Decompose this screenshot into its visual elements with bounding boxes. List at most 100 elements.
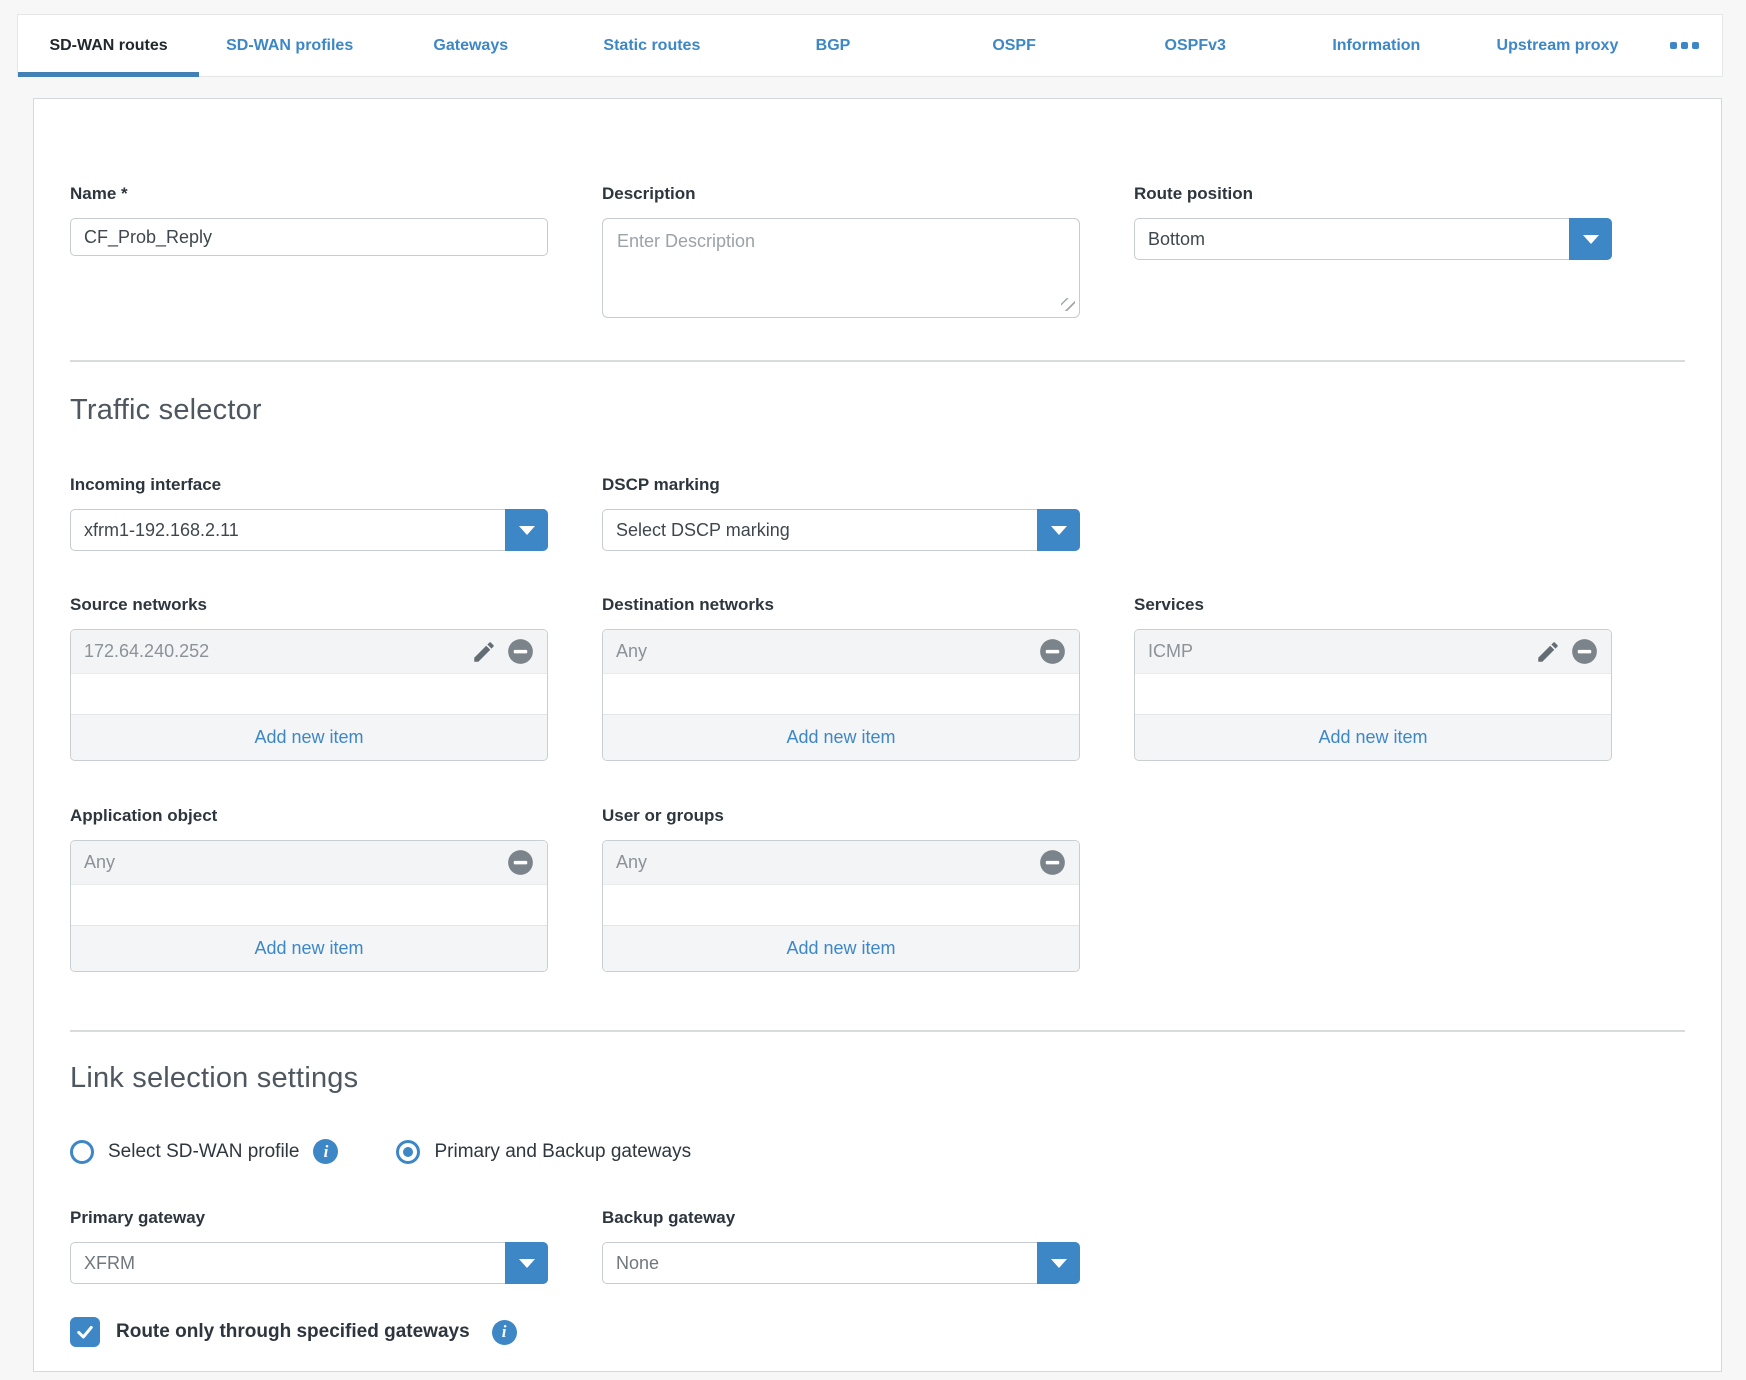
source-networks-listbox: 172.64.240.252 Add new item (70, 629, 548, 761)
link-selection-heading: Link selection settings (70, 1062, 1685, 1095)
route-only-info-icon[interactable]: i (492, 1320, 517, 1345)
dscp-marking-label: DSCP marking (602, 475, 1080, 495)
incoming-interface-label: Incoming interface (70, 475, 548, 495)
traffic-selector-heading: Traffic selector (70, 394, 1685, 427)
tab-sdwan-profiles[interactable]: SD-WAN profiles (199, 15, 380, 76)
add-application-object-button[interactable]: Add new item (71, 925, 547, 971)
services-group: Services ICMP Add new item (1134, 595, 1612, 761)
add-user-group-button[interactable]: Add new item (603, 925, 1079, 971)
remove-minus-icon[interactable] (507, 849, 534, 876)
service-item-text: ICMP (1148, 641, 1535, 662)
user-groups-item-text: Any (616, 852, 1039, 873)
primary-gateway-label: Primary gateway (70, 1208, 548, 1228)
list-item: ICMP (1135, 630, 1611, 674)
route-position-field-group: Route position Bottom (1134, 184, 1612, 260)
radio-primary-backup-gateways-label: Primary and Backup gateways (434, 1141, 691, 1163)
chevron-down-icon (1583, 235, 1599, 244)
radio-select-sdwan-profile[interactable] (70, 1140, 94, 1164)
dropdown-button[interactable] (1569, 218, 1612, 260)
description-label: Description (602, 184, 1080, 204)
user-groups-label: User or groups (602, 806, 1080, 826)
source-networks-label: Source networks (70, 595, 548, 615)
backup-gateway-dropdown[interactable]: None (602, 1242, 1080, 1284)
check-icon (75, 1322, 95, 1342)
tab-gateways[interactable]: Gateways (380, 15, 561, 76)
incoming-interface-value: xfrm1-192.168.2.11 (84, 520, 239, 541)
dscp-marking-dropdown[interactable]: Select DSCP marking (602, 509, 1080, 551)
add-source-network-button[interactable]: Add new item (71, 714, 547, 760)
edit-pencil-icon[interactable] (471, 639, 497, 665)
tab-ospfv3[interactable]: OSPFv3 (1105, 15, 1286, 76)
list-item: Any (603, 841, 1079, 885)
name-label: Name * (70, 184, 548, 204)
add-service-button[interactable]: Add new item (1135, 714, 1611, 760)
radio-select-sdwan-profile-label: Select SD-WAN profile (108, 1141, 299, 1163)
tab-bgp[interactable]: BGP (742, 15, 923, 76)
name-input[interactable] (70, 218, 548, 256)
add-destination-network-button[interactable]: Add new item (603, 714, 1079, 760)
list-item: Any (603, 630, 1079, 674)
primary-gateway-dropdown[interactable]: XFRM (70, 1242, 548, 1284)
more-tabs-button[interactable] (1648, 15, 1722, 76)
description-textarea[interactable] (602, 218, 1080, 318)
more-dots-icon (1670, 42, 1699, 49)
tab-label: Gateways (433, 37, 508, 55)
destination-network-item-text: Any (616, 641, 1039, 662)
tab-static-routes[interactable]: Static routes (561, 15, 742, 76)
backup-gateway-value: None (616, 1253, 659, 1274)
application-users-row: Application object Any Add new item User… (70, 806, 1685, 972)
radio-primary-backup-gateways[interactable] (396, 1140, 420, 1164)
section-divider (70, 360, 1685, 362)
dropdown-button[interactable] (1037, 1242, 1080, 1284)
incoming-interface-field-group: Incoming interface xfrm1-192.168.2.11 (70, 475, 548, 551)
backup-gateway-label: Backup gateway (602, 1208, 1080, 1228)
tab-label: Information (1332, 37, 1420, 55)
application-object-label: Application object (70, 806, 548, 826)
tab-label: SD-WAN routes (49, 37, 167, 55)
chevron-down-icon (519, 526, 535, 535)
tab-upstream-proxy[interactable]: Upstream proxy (1467, 15, 1648, 76)
gateway-dropdown-row: Primary gateway XFRM Backup gateway None (70, 1208, 1685, 1284)
destination-networks-label: Destination networks (602, 595, 1080, 615)
tab-label: OSPF (992, 37, 1036, 55)
tab-ospf[interactable]: OSPF (924, 15, 1105, 76)
link-selection-radio-row: Select SD-WAN profile i Primary and Back… (70, 1139, 1685, 1164)
route-only-checkbox[interactable] (70, 1317, 100, 1347)
tab-bar: SD-WAN routes SD-WAN profiles Gateways S… (17, 14, 1723, 77)
route-position-dropdown[interactable]: Bottom (1134, 218, 1612, 260)
dropdown-button[interactable] (505, 1242, 548, 1284)
traffic-selector-dropdown-row: Incoming interface xfrm1-192.168.2.11 DS… (70, 475, 1685, 551)
edit-pencil-icon[interactable] (1535, 639, 1561, 665)
name-field-group: Name * (70, 184, 548, 256)
sdwan-profile-info-icon[interactable]: i (313, 1139, 338, 1164)
networks-services-row: Source networks 172.64.240.252 Add new i… (70, 595, 1685, 761)
destination-networks-listbox: Any Add new item (602, 629, 1080, 761)
list-item: Any (71, 841, 547, 885)
dropdown-button[interactable] (505, 509, 548, 551)
tab-label: OSPFv3 (1165, 37, 1226, 55)
tab-sdwan-routes[interactable]: SD-WAN routes (18, 15, 199, 76)
remove-minus-icon[interactable] (1039, 638, 1066, 665)
tab-label: BGP (816, 37, 851, 55)
chevron-down-icon (1051, 526, 1067, 535)
route-position-value: Bottom (1148, 229, 1205, 250)
application-object-listbox: Any Add new item (70, 840, 548, 972)
services-label: Services (1134, 595, 1612, 615)
remove-minus-icon[interactable] (1039, 849, 1066, 876)
remove-minus-icon[interactable] (1571, 638, 1598, 665)
tab-label: Upstream proxy (1497, 37, 1619, 55)
user-groups-listbox: Any Add new item (602, 840, 1080, 972)
tab-label: Static routes (603, 37, 700, 55)
tab-information[interactable]: Information (1286, 15, 1467, 76)
remove-minus-icon[interactable] (507, 638, 534, 665)
dscp-marking-field-group: DSCP marking Select DSCP marking (602, 475, 1080, 551)
dropdown-button[interactable] (1037, 509, 1080, 551)
route-only-checkbox-label: Route only through specified gateways (116, 1321, 470, 1343)
incoming-interface-dropdown[interactable]: xfrm1-192.168.2.11 (70, 509, 548, 551)
source-network-item-text: 172.64.240.252 (84, 641, 471, 662)
user-groups-group: User or groups Any Add new item (602, 806, 1080, 972)
section-divider (70, 1030, 1685, 1032)
backup-gateway-field-group: Backup gateway None (602, 1208, 1080, 1284)
tab-label: SD-WAN profiles (226, 37, 353, 55)
sdwan-route-form-panel: Name * Description Route position Bottom… (33, 98, 1722, 1372)
